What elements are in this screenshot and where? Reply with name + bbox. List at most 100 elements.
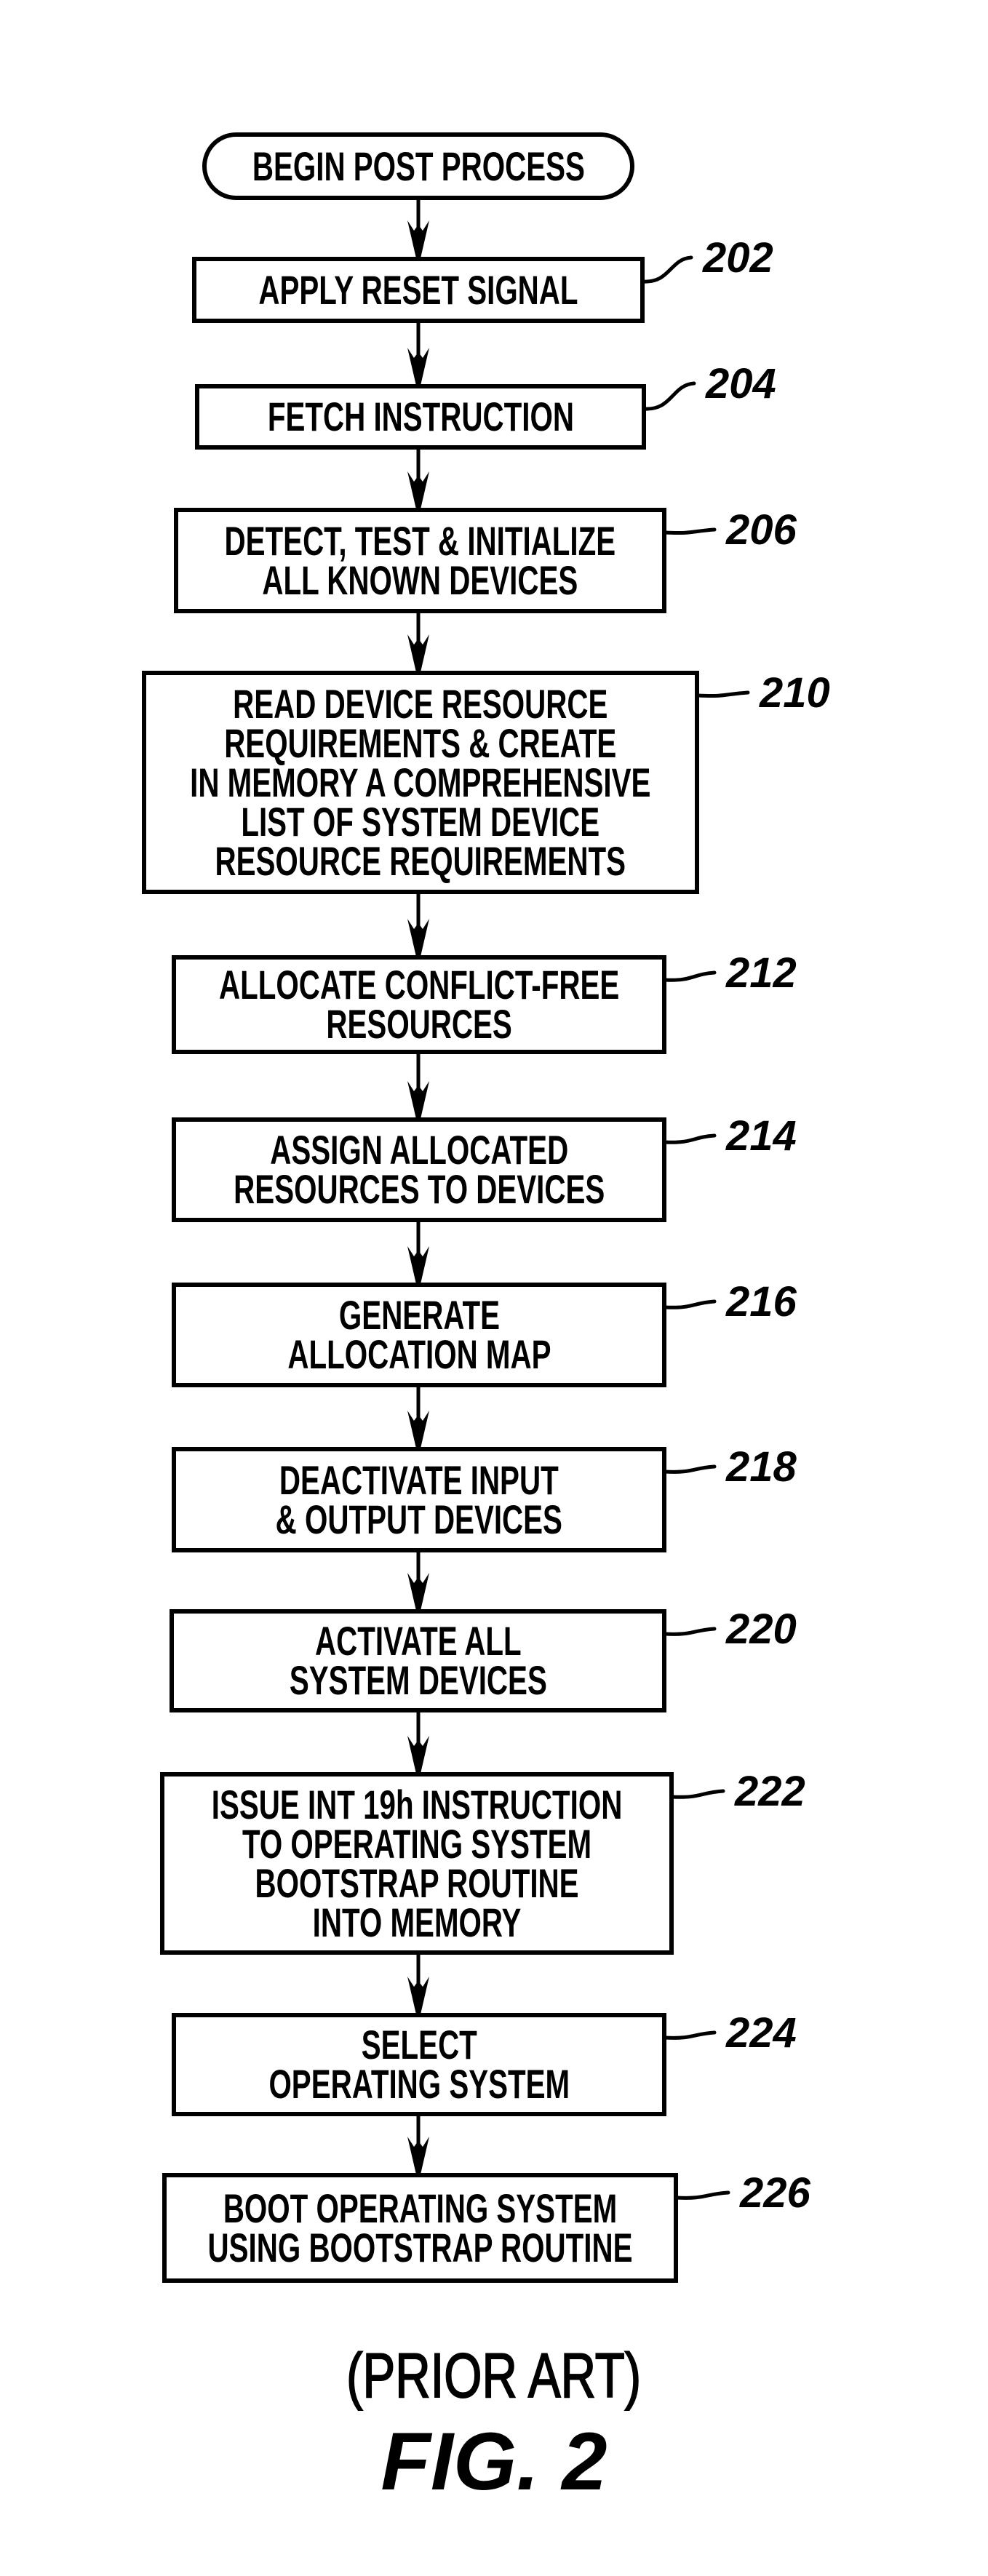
flow-arrow-206-210 <box>407 612 429 672</box>
flow-arrow-224-226 <box>407 2115 429 2174</box>
node-210: READ DEVICE RESOURCE REQUIREMENTS & CREA… <box>142 671 699 894</box>
node-line: SYSTEM DEVICES <box>289 1657 547 1703</box>
prior-art-note: (PRIOR ART) <box>0 2340 988 2412</box>
node-206: DETECT, TEST & INITIALIZE ALL KNOWN DEVI… <box>174 508 666 613</box>
leader-line-220 <box>663 1627 717 1636</box>
leader-line-204 <box>642 381 696 411</box>
ref-numeral-204: 204 <box>706 360 776 407</box>
arrowhead-icon <box>407 1736 429 1774</box>
node-line: ASSIGN ALLOCATED <box>270 1127 568 1173</box>
flow-arrow-214-216 <box>407 1221 429 1284</box>
leader-line-216 <box>663 1299 717 1309</box>
arrowhead-icon <box>407 1246 429 1284</box>
arrowhead-icon <box>407 471 429 509</box>
leader-line-206 <box>663 527 717 535</box>
node-line: ALLOCATION MAP <box>287 1331 551 1377</box>
node-line: LIST OF SYSTEM DEVICE <box>241 798 600 845</box>
node-212: ALLOCATE CONFLICT-FREE RESOURCES <box>172 955 666 1054</box>
leader-line-226 <box>674 2190 730 2200</box>
node-line: ACTIVATE ALL <box>314 1618 522 1664</box>
node-214: ASSIGN ALLOCATED RESOURCES TO DEVICES <box>172 1117 666 1222</box>
node-start: BEGIN POST PROCESS <box>202 132 634 200</box>
flow-arrow-220-222 <box>407 1711 429 1774</box>
node-216-label: GENERATE ALLOCATION MAP <box>287 1292 551 1377</box>
node-226: BOOT OPERATING SYSTEM USING BOOTSTRAP RO… <box>162 2173 678 2283</box>
node-220: ACTIVATE ALL SYSTEM DEVICES <box>170 1609 666 1712</box>
arrowhead-icon <box>407 919 429 957</box>
ref-numeral-206: 206 <box>726 506 797 554</box>
node-226-label: BOOT OPERATING SYSTEM USING BOOTSTRAP RO… <box>207 2185 633 2270</box>
node-line: BEGIN POST PROCESS <box>252 143 585 189</box>
flow-arrow-204-206 <box>407 448 429 509</box>
node-line: & OUTPUT DEVICES <box>275 1496 563 1542</box>
leader-line-214 <box>663 1133 717 1144</box>
node-line: REQUIREMENTS & CREATE <box>224 719 617 766</box>
arrowhead-icon <box>407 1573 429 1611</box>
ref-numeral-202: 202 <box>703 234 773 282</box>
node-line: INTO MEMORY <box>312 1899 522 1945</box>
ref-numeral-212: 212 <box>726 949 797 997</box>
arrowhead-icon <box>407 1081 429 1119</box>
node-202-label: APPLY RESET SIGNAL <box>258 266 578 313</box>
arrowhead-icon <box>407 348 429 386</box>
node-204-label: FETCH INSTRUCTION <box>267 396 573 437</box>
flow-arrow-start-202 <box>407 199 429 258</box>
node-line: DEACTIVATE INPUT <box>279 1456 559 1503</box>
node-216: GENERATE ALLOCATION MAP <box>172 1283 666 1387</box>
node-line: TO OPERATING SYSTEM <box>242 1820 592 1867</box>
node-214-label: ASSIGN ALLOCATED RESOURCES TO DEVICES <box>233 1127 605 1212</box>
node-line: OPERATING SYSTEM <box>268 2061 570 2107</box>
ref-numeral-222: 222 <box>735 1768 805 1815</box>
node-210-label: READ DEVICE RESOURCE REQUIREMENTS & CREA… <box>190 680 651 884</box>
node-line: DETECT, TEST & INITIALIZE <box>224 517 616 564</box>
ref-numeral-220: 220 <box>726 1606 797 1653</box>
node-218-label: DEACTIVATE INPUT & OUTPUT DEVICES <box>275 1456 563 1542</box>
node-224-label: SELECT OPERATING SYSTEM <box>268 2022 570 2107</box>
arrowhead-icon <box>407 2137 429 2174</box>
node-220-label: ACTIVATE ALL SYSTEM DEVICES <box>289 1618 547 1703</box>
arrowhead-icon <box>407 634 429 672</box>
node-222: ISSUE INT 19h INSTRUCTION TO OPERATING S… <box>160 1772 674 1955</box>
node-line: RESOURCES <box>326 1001 512 1047</box>
flow-arrow-222-224 <box>407 1953 429 2014</box>
node-204: FETCH INSTRUCTION <box>195 384 646 450</box>
arrowhead-icon <box>407 220 429 258</box>
leader-line-218 <box>663 1464 717 1474</box>
node-line: USING BOOTSTRAP ROUTINE <box>207 2224 633 2270</box>
node-202: APPLY RESET SIGNAL <box>192 257 645 323</box>
flow-arrow-216-218 <box>407 1386 429 1448</box>
node-line: RESOURCES TO DEVICES <box>233 1166 605 1212</box>
prior-art-text: (PRIOR ART) <box>346 2340 642 2412</box>
flow-arrow-212-214 <box>407 1053 429 1119</box>
node-line: BOOT OPERATING SYSTEM <box>223 2185 618 2231</box>
ref-numeral-214: 214 <box>726 1112 797 1160</box>
leader-line-222 <box>670 1789 725 1799</box>
ref-numeral-218: 218 <box>726 1443 797 1491</box>
patent-figure: BEGIN POST PROCESS APPLY RESET SIGNAL FE… <box>0 0 988 2576</box>
node-218: DEACTIVATE INPUT & OUTPUT DEVICES <box>172 1447 666 1552</box>
node-224: SELECT OPERATING SYSTEM <box>172 2013 666 2116</box>
leader-line-212 <box>663 970 717 982</box>
node-line: APPLY RESET SIGNAL <box>258 266 578 313</box>
figure-title: FIG. 2 <box>381 2416 607 2507</box>
node-line: BOOTSTRAP ROUTINE <box>255 1859 579 1906</box>
node-line: ISSUE INT 19h INSTRUCTION <box>211 1781 623 1827</box>
node-line: RESOURCE REQUIREMENTS <box>215 837 626 884</box>
flow-arrow-218-220 <box>407 1551 429 1611</box>
node-222-label: ISSUE INT 19h INSTRUCTION TO OPERATING S… <box>211 1781 623 1945</box>
ref-numeral-210: 210 <box>760 669 830 717</box>
leader-line-224 <box>663 2030 717 2040</box>
node-line: READ DEVICE RESOURCE <box>233 680 608 727</box>
ref-numeral-224: 224 <box>726 2009 797 2057</box>
leader-line-202 <box>641 255 693 284</box>
arrowhead-icon <box>407 1411 429 1448</box>
node-line: GENERATE <box>338 1292 500 1338</box>
flow-arrow-210-212 <box>407 893 429 957</box>
arrowhead-icon <box>407 1977 429 2014</box>
node-line: IN MEMORY A COMPREHENSIVE <box>190 759 651 805</box>
node-206-label: DETECT, TEST & INITIALIZE ALL KNOWN DEVI… <box>224 517 616 603</box>
node-line: ALL KNOWN DEVICES <box>262 557 578 603</box>
node-line: ALLOCATE CONFLICT-FREE <box>218 962 620 1008</box>
node-line: SELECT <box>361 2022 477 2067</box>
node-start-label: BEGIN POST PROCESS <box>252 143 585 189</box>
